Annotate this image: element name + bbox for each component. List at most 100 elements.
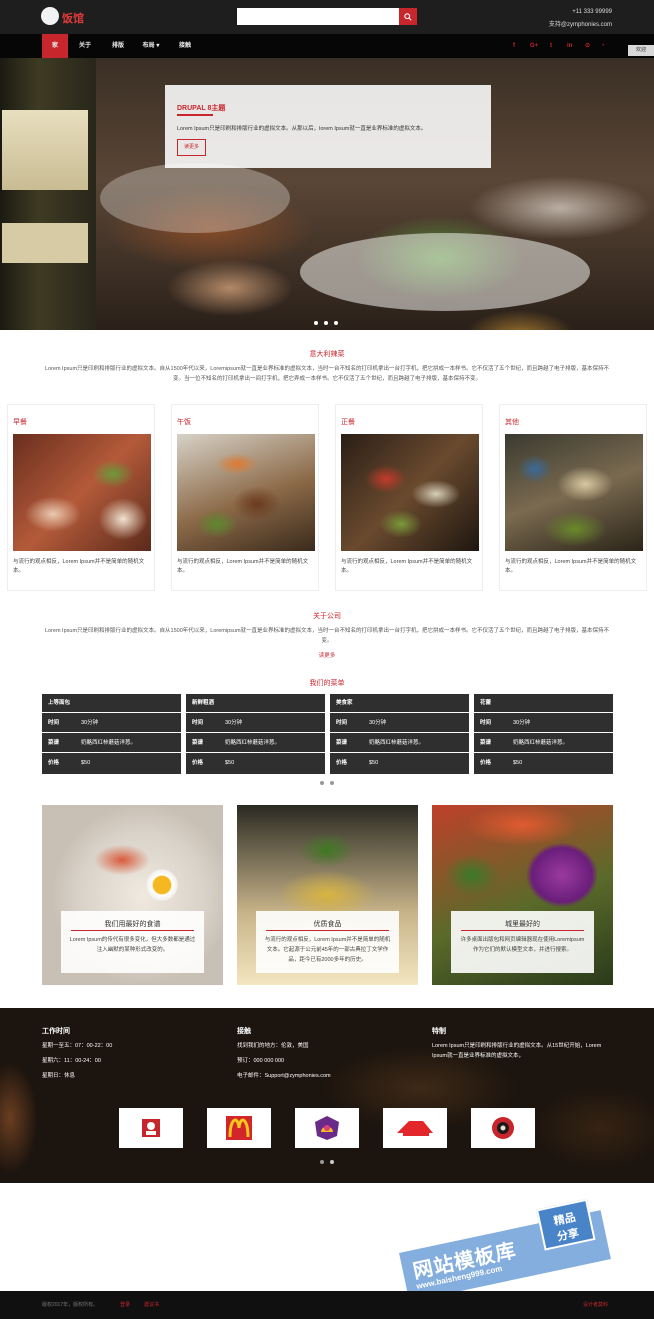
- menu-card[interactable]: 美食家 时间 30分钟 菜谱 奶酪西红柿蘑菇洋葱。 价格 $50: [330, 694, 469, 774]
- footer-special-text: Lorem Ipsum只是印刷和排版行业的虚拟文本。从15世纪开始，Lorem …: [432, 1043, 602, 1059]
- menu-item-name: 上等面包: [48, 700, 71, 706]
- pizza-hut-logo-icon: [397, 1121, 433, 1136]
- pinterest-icon[interactable]: ⊙: [585, 34, 590, 58]
- hero-plate-image: [100, 163, 290, 233]
- footer-hours-line: 星期一至五：07：00-22：00: [42, 1043, 113, 1049]
- logo-icon[interactable]: [41, 7, 59, 25]
- menu-carousel-dots: [320, 781, 334, 785]
- hero-read-more-button[interactable]: 读更多: [177, 139, 206, 156]
- nav-item-about[interactable]: 关于: [72, 34, 98, 58]
- feature-card[interactable]: 城里最好的 许多桌面出版包和网页编辑器现在使用Loremipsum作为它们的默认…: [432, 805, 613, 985]
- main-nav: 家 关于 排版 布局 ▾ 接触 f G+ t in ⊙ ◔: [0, 34, 654, 58]
- meal-title: 正餐: [341, 419, 355, 426]
- google-plus-icon[interactable]: G+: [530, 34, 538, 58]
- hero-divider: [177, 114, 213, 116]
- linkedin-icon[interactable]: in: [567, 34, 572, 58]
- carousel-dot[interactable]: [330, 1160, 334, 1164]
- kfc-logo-icon: [142, 1119, 160, 1137]
- search-input[interactable]: [237, 8, 399, 25]
- feature-title: 城里最好的: [505, 921, 540, 928]
- meal-title: 早餐: [13, 419, 27, 426]
- red-brand-logo-icon: [492, 1117, 514, 1139]
- intro-text: Lorem Ipsum只是印刷和排版行业的虚拟文本。自从1500年代以来，Lor…: [44, 366, 610, 382]
- footer-hours-line: 星期六：11：00-24：00: [42, 1058, 101, 1064]
- search-icon: [404, 12, 412, 21]
- menu-card[interactable]: 花蕾 时间 30分钟 菜谱 奶酪西红柿蘑菇洋葱。 价格 $50: [474, 694, 613, 774]
- mcdonalds-logo-icon: [226, 1116, 252, 1140]
- brand-carousel-dots: [320, 1160, 334, 1164]
- slider-dot[interactable]: [324, 321, 328, 325]
- facebook-icon[interactable]: f: [513, 34, 515, 58]
- about-text: Lorem Ipsum只是印刷和排版行业的虚拟文本。自从1500年代以来，Lor…: [44, 628, 610, 644]
- nav-item-home[interactable]: 家: [42, 34, 68, 58]
- search-button[interactable]: [399, 8, 417, 25]
- breakfast-image: [13, 434, 151, 551]
- footer-special-title: 特制: [432, 1028, 446, 1035]
- feature-card[interactable]: 我们用最好的食谱 Lorem Ipsum的传代有很多变化，但大多数都是通过注入幽…: [42, 805, 223, 985]
- slider-dot[interactable]: [334, 321, 338, 325]
- meal-card-dinner[interactable]: 正餐 与流行的观点相反，Lorem Ipsum并不是简单的随机文本。: [335, 404, 483, 591]
- footer-contact-line: 找到我们的地方：伦敦，美国: [237, 1043, 309, 1049]
- feature-text: 与流行的观点相反，Lorem Ipsum并不是简单的随机文本。它起源于公元前45…: [264, 937, 391, 963]
- red-brand-logo[interactable]: [471, 1108, 535, 1148]
- footer-contact-line: 预订：000 000 000: [237, 1058, 285, 1064]
- top-header: 饭馆 +11 333 99999 支持@zymphonies.com: [0, 0, 654, 34]
- menu-card[interactable]: 上等面包 时间 30分钟 菜谱 奶酪西红柿蘑菇洋葱。 价格 $50: [42, 694, 181, 774]
- intro-title: 意大利辣菜: [309, 351, 345, 358]
- meal-text: 与流行的观点相反，Lorem Ipsum并不是简单的随机文本。: [505, 559, 637, 574]
- nav-item-layout-label: 布局: [142, 43, 155, 49]
- carousel-dot[interactable]: [320, 1160, 324, 1164]
- designer-credit-link[interactable]: 设计者莫科: [583, 1301, 608, 1308]
- feature-title: 优质食品: [313, 921, 342, 928]
- hero-caption: DRUPAL 8主题 Lorem Ipsum只是印刷和排版行业的虚拟文本。从那以…: [165, 85, 491, 168]
- feature-title: 我们用最好的食谱: [104, 921, 161, 928]
- footer-hours-title: 工作时间: [42, 1028, 70, 1035]
- nav-item-layout[interactable]: 布局 ▾: [138, 34, 164, 58]
- carousel-dot[interactable]: [330, 781, 334, 785]
- twitter-icon[interactable]: t: [550, 34, 552, 58]
- menu-title: 我们的菜单: [309, 680, 345, 687]
- page: 饭馆 +11 333 99999 支持@zymphonies.com 家 关于 …: [0, 0, 654, 1319]
- nav-item-typography[interactable]: 排版: [104, 34, 132, 58]
- meal-title: 午饭: [177, 419, 191, 426]
- meal-card-breakfast[interactable]: 早餐 与流行的观点相反，Lorem Ipsum并不是简单的随机文本。: [7, 404, 155, 591]
- proposal-link[interactable]: 建议书: [144, 1301, 159, 1308]
- kfc-logo[interactable]: [119, 1108, 183, 1148]
- meal-text: 与流行的观点相反，Lorem Ipsum并不是简单的随机文本。: [13, 559, 145, 574]
- meal-title: 其他: [505, 419, 519, 426]
- hero-salad-plate-image: [300, 233, 590, 311]
- menu-item-name: 花蕾: [480, 700, 492, 706]
- header-phone: +11 333 99999: [572, 9, 612, 15]
- lunch-image: [177, 434, 315, 551]
- menu-item-name: 新鲜粗酒: [192, 700, 215, 706]
- nav-item-contact[interactable]: 接触: [172, 34, 198, 58]
- meal-card-lunch[interactable]: 午饭 与流行的观点相反，Lorem Ipsum并不是简单的随机文本。: [171, 404, 319, 591]
- hero-beer-bottle-image: [0, 58, 96, 330]
- taco-bell-logo[interactable]: [295, 1108, 359, 1148]
- footer-contact-email[interactable]: 电子邮件：Support@zymphonies.com: [237, 1071, 331, 1081]
- slider-dot[interactable]: [314, 321, 318, 325]
- hero-slider-dots: [314, 321, 338, 325]
- feature-text: 许多桌面出版包和网页编辑器现在使用Loremipsum作为它们的默认模型文本，并…: [460, 937, 585, 953]
- header-support-email[interactable]: 支持@zymphonies.com: [549, 19, 612, 28]
- mcdonalds-logo[interactable]: [207, 1108, 271, 1148]
- meal-card-other[interactable]: 其他 与流行的观点相反，Lorem Ipsum并不是简单的随机文本。: [499, 404, 647, 591]
- hero-title: DRUPAL 8主题: [177, 105, 226, 112]
- menu-card[interactable]: 新鲜粗酒 时间 30分钟 菜谱 奶酪西红柿蘑菇洋葱。 价格 $50: [186, 694, 325, 774]
- other-image: [505, 434, 643, 551]
- meal-text: 与流行的观点相反，Lorem Ipsum并不是简单的随机文本。: [341, 559, 473, 574]
- welcome-tab[interactable]: 欢迎: [628, 45, 654, 56]
- footer-hours-line: 星期日：休息: [42, 1073, 76, 1079]
- about-read-more-link[interactable]: 读更多: [0, 651, 654, 659]
- hero-slider: DRUPAL 8主题 Lorem Ipsum只是印刷和排版行业的虚拟文本。从那以…: [0, 58, 654, 330]
- feature-card[interactable]: 优质食品 与流行的观点相反，Lorem Ipsum并不是简单的随机文本。它起源于…: [237, 805, 418, 985]
- rss-icon[interactable]: ◔: [601, 34, 605, 58]
- pizza-hut-logo[interactable]: [383, 1108, 447, 1148]
- login-link[interactable]: 登录: [120, 1301, 130, 1308]
- bottom-bar: 版权2017年，版权所有。 登录 建议书 设计者莫科: [0, 1291, 654, 1319]
- carousel-dot[interactable]: [320, 781, 324, 785]
- meal-text: 与流行的观点相反，Lorem Ipsum并不是简单的随机文本。: [177, 559, 309, 574]
- site-logo-text[interactable]: 饭馆: [62, 10, 84, 26]
- menu-item-name: 美食家: [336, 700, 353, 706]
- hero-text: Lorem Ipsum只是印刷和排版行业的虚拟文本。从那以后，lorem Ips…: [177, 126, 427, 132]
